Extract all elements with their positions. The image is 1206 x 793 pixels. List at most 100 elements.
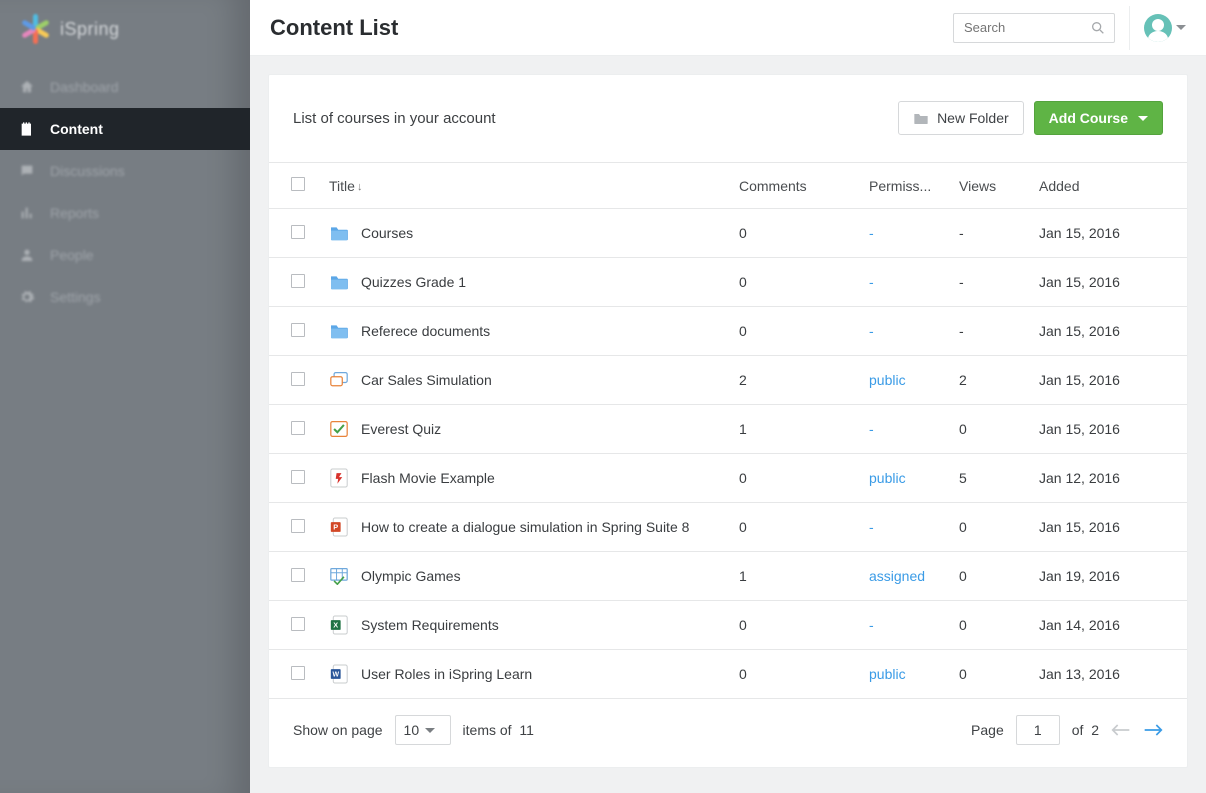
- sidebar-item-reports[interactable]: Reports: [0, 192, 250, 234]
- sidebar-item-settings[interactable]: Settings: [0, 276, 250, 318]
- sidebar-item-label: Discussions: [50, 163, 125, 179]
- sidebar-item-discussions[interactable]: Discussions: [0, 150, 250, 192]
- chevron-down-icon: [1138, 116, 1148, 121]
- sidebar-item-label: Reports: [50, 205, 99, 221]
- content-card: List of courses in your account New Fold…: [268, 74, 1188, 768]
- row-title[interactable]: System Requirements: [361, 617, 499, 633]
- row-title[interactable]: User Roles in iSpring Learn: [361, 666, 532, 682]
- bar-chart-icon: [18, 204, 36, 222]
- add-course-button[interactable]: Add Course: [1034, 101, 1163, 135]
- row-permission[interactable]: public: [857, 650, 947, 699]
- table-icon: [329, 566, 349, 586]
- table-row[interactable]: Car Sales Simulation2public2Jan 15, 2016: [269, 356, 1187, 405]
- notepad-icon: [18, 120, 36, 138]
- table-row[interactable]: Referece documents0--Jan 15, 2016: [269, 307, 1187, 356]
- sidebar-item-content[interactable]: Content: [0, 108, 250, 150]
- table-row[interactable]: PHow to create a dialogue simulation in …: [269, 503, 1187, 552]
- row-permission[interactable]: public: [857, 356, 947, 405]
- of-label: of: [1072, 722, 1084, 738]
- search-icon[interactable]: [1090, 20, 1106, 36]
- folder-icon: [913, 111, 929, 125]
- row-checkbox[interactable]: [291, 568, 305, 582]
- new-folder-button[interactable]: New Folder: [898, 101, 1024, 135]
- row-added: Jan 15, 2016: [1027, 503, 1187, 552]
- col-title[interactable]: Title↓: [317, 163, 727, 209]
- row-comments: 1: [727, 405, 857, 454]
- row-title[interactable]: Car Sales Simulation: [361, 372, 492, 388]
- row-permission[interactable]: -: [857, 209, 947, 258]
- table-row[interactable]: Everest Quiz1-0Jan 15, 2016: [269, 405, 1187, 454]
- row-checkbox[interactable]: [291, 421, 305, 435]
- row-checkbox[interactable]: [291, 519, 305, 533]
- card-header: List of courses in your account New Fold…: [269, 75, 1187, 162]
- row-permission[interactable]: -: [857, 601, 947, 650]
- add-course-label: Add Course: [1049, 110, 1128, 126]
- sidebar-item-label: People: [50, 247, 94, 263]
- row-permission[interactable]: -: [857, 405, 947, 454]
- content-table: Title↓ Comments Permiss... Views Added C…: [269, 162, 1187, 699]
- select-all-checkbox[interactable]: [291, 177, 305, 191]
- next-page-button[interactable]: [1143, 723, 1163, 737]
- prev-page-button[interactable]: [1111, 723, 1131, 737]
- row-permission[interactable]: -: [857, 258, 947, 307]
- row-title[interactable]: Referece documents: [361, 323, 490, 339]
- table-row[interactable]: Olympic Games1assigned0Jan 19, 2016: [269, 552, 1187, 601]
- row-title[interactable]: Olympic Games: [361, 568, 461, 584]
- row-views: 5: [947, 454, 1027, 503]
- row-added: Jan 15, 2016: [1027, 209, 1187, 258]
- page-input[interactable]: 1: [1016, 715, 1060, 745]
- row-permission[interactable]: public: [857, 454, 947, 503]
- folder-icon: [329, 272, 349, 292]
- total-items: 11: [519, 722, 534, 738]
- row-comments: 0: [727, 209, 857, 258]
- row-checkbox[interactable]: [291, 323, 305, 337]
- brand-logo-icon: [20, 14, 50, 44]
- search-box[interactable]: [953, 13, 1115, 43]
- person-icon: [18, 246, 36, 264]
- table-row[interactable]: Courses0--Jan 15, 2016: [269, 209, 1187, 258]
- show-on-page-label: Show on page: [293, 722, 383, 738]
- row-checkbox[interactable]: [291, 666, 305, 680]
- row-title[interactable]: How to create a dialogue simulation in S…: [361, 519, 689, 535]
- row-added: Jan 12, 2016: [1027, 454, 1187, 503]
- row-permission[interactable]: -: [857, 307, 947, 356]
- row-checkbox[interactable]: [291, 372, 305, 386]
- row-comments: 0: [727, 307, 857, 356]
- row-checkbox[interactable]: [291, 617, 305, 631]
- row-views: -: [947, 209, 1027, 258]
- row-title[interactable]: Flash Movie Example: [361, 470, 495, 486]
- home-icon: [18, 78, 36, 96]
- row-title[interactable]: Quizzes Grade 1: [361, 274, 466, 290]
- main: Content List List of courses in your acc…: [250, 0, 1206, 793]
- page-title: Content List: [270, 15, 398, 41]
- dialogue-icon: [329, 370, 349, 390]
- col-comments[interactable]: Comments: [727, 163, 857, 209]
- card-subtitle: List of courses in your account: [293, 110, 496, 127]
- row-permission[interactable]: assigned: [857, 552, 947, 601]
- flash-icon: [329, 468, 349, 488]
- page-size-select[interactable]: 10: [395, 715, 451, 745]
- row-added: Jan 15, 2016: [1027, 258, 1187, 307]
- col-added[interactable]: Added: [1027, 163, 1187, 209]
- total-pages: 2: [1091, 722, 1099, 738]
- col-views[interactable]: Views: [947, 163, 1027, 209]
- row-comments: 2: [727, 356, 857, 405]
- row-comments: 0: [727, 258, 857, 307]
- row-checkbox[interactable]: [291, 470, 305, 484]
- row-permission[interactable]: -: [857, 503, 947, 552]
- row-checkbox[interactable]: [291, 274, 305, 288]
- table-row[interactable]: Flash Movie Example0public5Jan 12, 2016: [269, 454, 1187, 503]
- table-row[interactable]: WUser Roles in iSpring Learn0public0Jan …: [269, 650, 1187, 699]
- sidebar-item-people[interactable]: People: [0, 234, 250, 276]
- row-checkbox[interactable]: [291, 225, 305, 239]
- sidebar-item-dashboard[interactable]: Dashboard: [0, 66, 250, 108]
- user-menu[interactable]: [1144, 14, 1186, 42]
- table-row[interactable]: Quizzes Grade 10--Jan 15, 2016: [269, 258, 1187, 307]
- folder-icon: [329, 321, 349, 341]
- pager: Show on page 10 items of 11 Page 1 of 2: [269, 699, 1187, 767]
- table-row[interactable]: XSystem Requirements0-0Jan 14, 2016: [269, 601, 1187, 650]
- row-title[interactable]: Courses: [361, 225, 413, 241]
- pager-left: Show on page 10 items of 11: [293, 715, 534, 745]
- col-permissions[interactable]: Permiss...: [857, 163, 947, 209]
- row-title[interactable]: Everest Quiz: [361, 421, 441, 437]
